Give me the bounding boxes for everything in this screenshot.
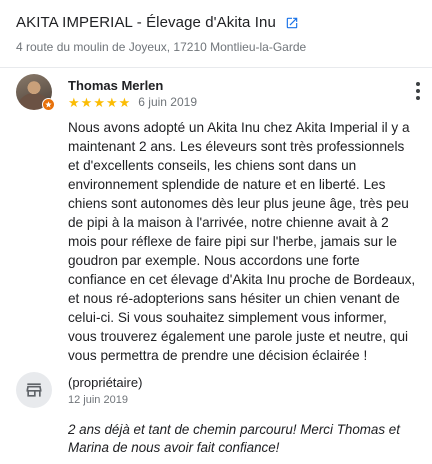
more-vert-icon[interactable] bbox=[412, 80, 424, 102]
place-address: 4 route du moulin de Joyeux, 17210 Montl… bbox=[16, 40, 307, 54]
owner-reply-text: 2 ans déjà et tant de chemin parcouru! M… bbox=[68, 422, 400, 455]
rating-row: ★ ★ ★ ★ ★ 6 juin 2019 bbox=[68, 95, 197, 109]
review-date: 6 juin 2019 bbox=[138, 95, 197, 109]
star-icon: ★ bbox=[80, 94, 93, 110]
title-row: AKITA IMPERIAL - Élevage d'Akita Inu bbox=[16, 14, 422, 31]
storefront-icon bbox=[16, 372, 52, 408]
star-icon: ★ bbox=[68, 94, 80, 110]
place-title: AKITA IMPERIAL - Élevage d'Akita Inu bbox=[16, 14, 276, 31]
open-in-new-icon[interactable] bbox=[284, 15, 300, 31]
owner-reply-date: 12 juin 2019 bbox=[68, 394, 128, 406]
star-icon: ★ bbox=[118, 94, 131, 110]
star-rating: ★ ★ ★ ★ ★ bbox=[68, 96, 130, 109]
local-guide-badge-icon bbox=[42, 98, 55, 111]
owner-label: (propriétaire) bbox=[68, 375, 143, 390]
star-icon: ★ bbox=[105, 94, 118, 110]
header-divider bbox=[0, 67, 432, 68]
place-header: AKITA IMPERIAL - Élevage d'Akita Inu 4 r… bbox=[16, 14, 422, 54]
star-icon: ★ bbox=[93, 94, 105, 110]
reviewer-name[interactable]: Thomas Merlen bbox=[68, 78, 163, 93]
review-text: Nous avons adopté un Akita Inu chez Akit… bbox=[68, 120, 416, 363]
